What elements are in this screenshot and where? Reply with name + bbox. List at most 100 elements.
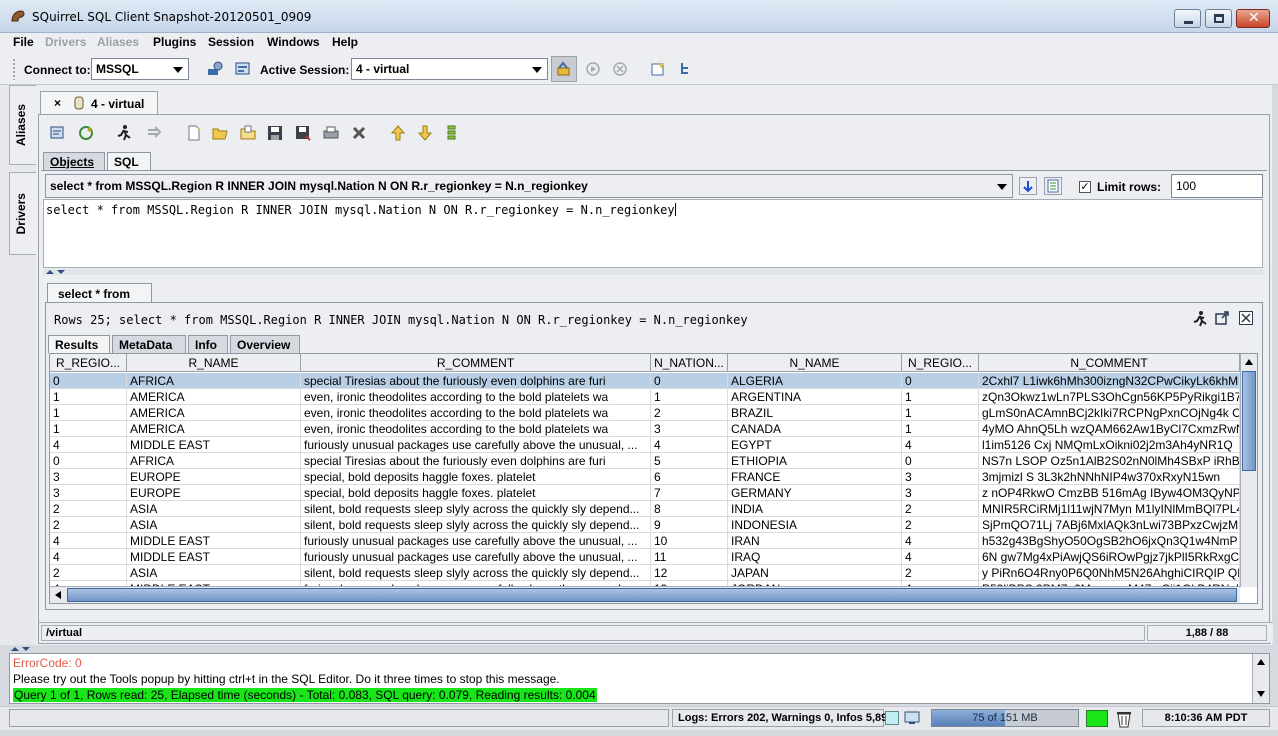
table-cell[interactable]: INDIA xyxy=(728,501,902,517)
table-row[interactable]: 1 AMERICA even, ironic theodolites accordi… xyxy=(50,405,1240,421)
garbage-collect-icon[interactable] xyxy=(1114,709,1134,728)
table-cell[interactable]: special, bold deposits haggle foxes. pla… xyxy=(301,469,651,485)
aliases-side-tab[interactable]: Aliases xyxy=(9,85,36,165)
table-cell[interactable]: silent, bold requests sleep slyly across… xyxy=(301,501,651,517)
table-cell[interactable]: special Tiresias about the furiously eve… xyxy=(301,373,651,389)
table-cell[interactable]: 4 xyxy=(902,437,979,453)
column-header[interactable]: R_REGIO... xyxy=(50,354,127,372)
new-file-icon[interactable] xyxy=(185,124,203,142)
table-cell[interactable]: 2Cxhl7 L1iwk6hMh300izngN32CPwCikyLk6khM xyxy=(979,373,1240,389)
tab-info[interactable]: Info xyxy=(188,335,228,353)
column-header[interactable]: N_REGIO... xyxy=(902,354,979,372)
table-cell[interactable]: l1im5126 Cxj NMQmLxOikni02j2m3Ah4yNR1Q xyxy=(979,437,1240,453)
table-cell[interactable]: silent, bold requests sleep slyly across… xyxy=(301,565,651,581)
table-cell[interactable]: 3 xyxy=(902,469,979,485)
connect-to-select[interactable]: MSSQL xyxy=(91,58,189,80)
run-icon[interactable] xyxy=(584,60,602,78)
table-cell[interactable]: IRAN xyxy=(728,533,902,549)
table-row[interactable]: 4MIDDLE EASTfuriously unusual packages u… xyxy=(50,437,1240,453)
table-cell[interactable]: 2 xyxy=(902,517,979,533)
table-cell[interactable]: MIDDLE EAST xyxy=(127,549,301,565)
drivers-side-tab[interactable]: Drivers xyxy=(9,172,36,255)
menu-windows[interactable]: Windows xyxy=(267,35,320,49)
table-row[interactable]: 4MIDDLE EASTfuriously unusual packages u… xyxy=(50,549,1240,565)
table-cell[interactable]: 1 xyxy=(651,389,728,405)
result-tab[interactable]: select * from M xyxy=(47,283,152,315)
minimize-button[interactable] xyxy=(1174,9,1201,28)
table-cell[interactable]: ALGERIA xyxy=(728,373,902,389)
memory-bar[interactable]: 75 of 151 MB xyxy=(931,709,1079,727)
table-cell[interactable]: AMERICA xyxy=(127,389,301,405)
table-cell[interactable]: 11 xyxy=(651,549,728,565)
table-cell[interactable]: MNIR5RCiRMj1l11wjN7Myn M1lyINlMmBQl7PL4 xyxy=(979,501,1240,517)
tab-metadata[interactable]: MetaData xyxy=(112,335,186,353)
tab-sql[interactable]: SQL xyxy=(107,152,151,171)
table-row[interactable]: 1 AMERICA even, ironic theodolites accordi… xyxy=(50,421,1240,437)
menu-help[interactable]: Help xyxy=(332,35,358,49)
scroll-left-icon[interactable] xyxy=(53,590,63,600)
menu-drivers[interactable]: Drivers xyxy=(45,35,86,49)
table-cell[interactable]: 0 xyxy=(902,373,979,389)
table-cell[interactable]: MIDDLE EAST xyxy=(127,437,301,453)
table-cell[interactable]: 3 xyxy=(50,469,127,485)
column-header[interactable]: R_COMMENT xyxy=(301,354,651,372)
table-cell[interactable]: 4 xyxy=(50,549,127,565)
log-viewer-icon[interactable] xyxy=(904,710,920,726)
table-cell[interactable]: IRAQ xyxy=(728,549,902,565)
run-sql-icon[interactable] xyxy=(115,124,133,142)
column-header[interactable]: N_COMMENT xyxy=(979,354,1240,372)
print-icon[interactable] xyxy=(322,124,340,142)
scroll-up-icon[interactable] xyxy=(1256,657,1266,667)
table-cell[interactable]: FRANCE xyxy=(728,469,902,485)
table-row[interactable]: 4MIDDLE EASTfuriously unusual packages u… xyxy=(50,533,1240,549)
table-cell[interactable]: 4yMO AhnQ5Lh wzQAM662Aw1ByCl7CxmzRwN xyxy=(979,421,1240,437)
table-cell[interactable]: 1 xyxy=(50,421,127,437)
close-result-icon[interactable] xyxy=(1238,310,1254,326)
table-cell[interactable]: even, ironic theodolites according to th… xyxy=(301,389,651,405)
table-cell[interactable]: ARGENTINA xyxy=(728,389,902,405)
table-cell[interactable]: AFRICA xyxy=(127,453,301,469)
table-cell[interactable]: furiously unusual packages use carefully… xyxy=(301,533,651,549)
column-header[interactable]: N_NAME xyxy=(728,354,902,372)
table-cell[interactable]: special Tiresias about the furiously eve… xyxy=(301,453,651,469)
close-window-button[interactable]: ✕ xyxy=(1236,9,1270,28)
maximize-button[interactable] xyxy=(1205,9,1232,28)
save-as-icon[interactable] xyxy=(294,124,312,142)
table-cell[interactable]: SjPmQO71Lj 7ABj6MxlAQk3nLwi73BPxzCwjzMn xyxy=(979,517,1240,533)
table-cell[interactable]: even, ironic theodolites according to th… xyxy=(301,405,651,421)
table-cell[interactable]: 10 xyxy=(651,533,728,549)
limit-rows-checkbox[interactable]: ✓ xyxy=(1079,181,1091,193)
table-cell[interactable]: ASIA xyxy=(127,565,301,581)
table-cell[interactable]: 2 xyxy=(902,501,979,517)
table-cell[interactable]: 3mjmizl S 3L3k2hNNhNIP4w370xRxyN15wn xyxy=(979,469,1240,485)
table-cell[interactable]: AMERICA xyxy=(127,405,301,421)
table-cell[interactable]: 7 xyxy=(651,485,728,501)
table-cell[interactable]: EGYPT xyxy=(728,437,902,453)
table-cell[interactable]: 4 xyxy=(902,549,979,565)
menu-plugins[interactable]: Plugins xyxy=(153,35,196,49)
table-cell[interactable]: 0 xyxy=(902,453,979,469)
table-cell[interactable]: 5 xyxy=(651,453,728,469)
table-row[interactable]: 3 EUROPE special, bold deposits haggle fox… xyxy=(50,485,1240,501)
new-window-icon[interactable] xyxy=(649,60,667,78)
horizontal-scroll-thumb[interactable] xyxy=(67,588,1237,602)
table-cell[interactable]: 2 xyxy=(651,405,728,421)
table-cell[interactable]: ASIA xyxy=(127,501,301,517)
active-session-select[interactable]: 4 - virtual xyxy=(351,58,548,80)
table-cell[interactable]: ASIA xyxy=(127,517,301,533)
table-cell[interactable]: 2 xyxy=(902,565,979,581)
table-row[interactable]: 0 AFRICA special Tiresias about the furiou… xyxy=(50,453,1240,469)
next-sql-icon[interactable] xyxy=(416,124,434,142)
table-cell[interactable]: 2 xyxy=(50,517,127,533)
table-cell[interactable]: y PiRn6O4Rny0P6Q0NhM5N26AhghiCIRQIP QN xyxy=(979,565,1240,581)
clear-icon[interactable] xyxy=(350,124,368,142)
sql-history-icon[interactable] xyxy=(443,124,461,142)
table-cell[interactable]: INDONESIA xyxy=(728,517,902,533)
table-cell[interactable]: AMERICA xyxy=(127,421,301,437)
menu-file[interactable]: File xyxy=(13,35,34,49)
vertical-scrollbar[interactable] xyxy=(1240,354,1257,587)
connect-alias-icon[interactable] xyxy=(206,60,224,78)
session-tab[interactable]: × 4 - virtual xyxy=(40,91,158,115)
table-cell[interactable]: z nOP4RkwO CmzBB 516mAg IByw4OM3QyNPA xyxy=(979,485,1240,501)
table-cell[interactable]: gLmS0nACAmnBCj2kIki7RCPNgPxnCOjNg4k C xyxy=(979,405,1240,421)
